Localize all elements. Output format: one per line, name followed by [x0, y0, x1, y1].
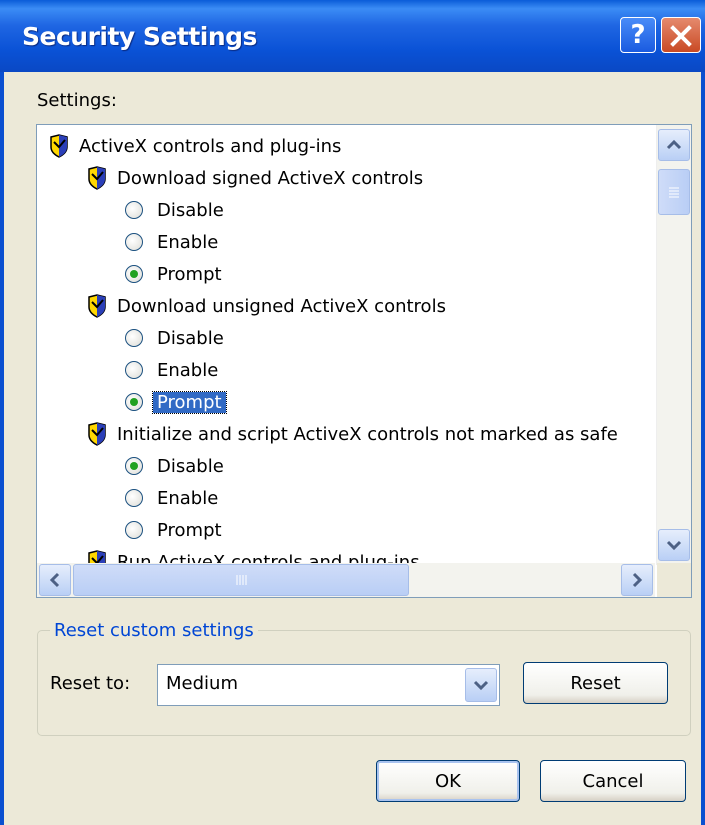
horizontal-scroll-thumb[interactable] [73, 564, 409, 596]
radio-option[interactable]: Disable [125, 323, 224, 353]
shield-icon [88, 166, 106, 190]
vertical-scrollbar[interactable] [656, 125, 691, 565]
scroll-up-icon [666, 139, 682, 150]
radio-option[interactable]: Enable [125, 227, 218, 257]
settings-label: Settings: [37, 90, 117, 111]
scroll-right-button[interactable] [621, 564, 653, 596]
shield-icon [88, 294, 106, 318]
radio-button[interactable] [125, 393, 143, 411]
reset-to-label: Reset to: [50, 673, 131, 694]
radio-button[interactable] [125, 201, 143, 219]
shield-icon [88, 422, 106, 446]
radio-label: Enable [157, 359, 219, 381]
radio-label: Prompt [157, 263, 222, 285]
reset-to-select[interactable]: Medium [157, 664, 500, 706]
close-icon [670, 25, 692, 47]
settings-tree[interactable]: ActiveX controls and plug-ins Download s… [36, 124, 692, 598]
tree-setting-label: Download signed ActiveX controls [117, 167, 424, 189]
radio-label-selected: Prompt [152, 390, 227, 414]
scroll-down-button[interactable] [658, 529, 690, 561]
tree-setting-download-unsigned[interactable]: Download unsigned ActiveX controls [87, 291, 446, 321]
radio-option[interactable]: Disable [125, 195, 224, 225]
window-border-right [701, 72, 705, 825]
shield-icon [50, 134, 68, 158]
radio-option[interactable]: Enable [125, 483, 218, 513]
reset-button[interactable]: Reset [523, 662, 668, 704]
tree-setting-initialize-script[interactable]: Initialize and script ActiveX controls n… [87, 419, 618, 449]
scroll-up-button[interactable] [658, 129, 690, 161]
close-button[interactable] [661, 17, 701, 53]
help-button[interactable]: ? [620, 17, 656, 53]
radio-button[interactable] [125, 361, 143, 379]
cancel-button[interactable]: Cancel [540, 760, 686, 802]
title-bar[interactable]: Security Settings ? [0, 0, 705, 72]
radio-option[interactable]: Prompt [125, 259, 222, 289]
radio-button[interactable] [125, 329, 143, 347]
reset-to-value: Medium [166, 673, 238, 694]
grip-icon [669, 187, 679, 198]
radio-label: Disable [157, 455, 224, 477]
scroll-left-button[interactable] [39, 564, 71, 596]
settings-tree-content: ActiveX controls and plug-ins Download s… [37, 125, 655, 565]
radio-option[interactable]: Disable [125, 451, 224, 481]
scroll-right-icon [632, 572, 643, 588]
window-border-left [0, 72, 4, 825]
radio-button[interactable] [125, 489, 143, 507]
radio-label: Prompt [157, 519, 222, 541]
radio-option[interactable]: Prompt [125, 387, 227, 417]
scrollbar-corner [657, 563, 691, 597]
window-title: Security Settings [22, 22, 257, 51]
radio-label: Disable [157, 199, 224, 221]
security-settings-dialog: Security Settings ? Settings: ActiveX co… [0, 0, 705, 825]
tree-setting-label: Initialize and script ActiveX controls n… [117, 423, 618, 445]
tree-setting-label: Download unsigned ActiveX controls [117, 295, 446, 317]
radio-label: Enable [157, 231, 219, 253]
radio-button[interactable] [125, 457, 143, 475]
grip-icon [236, 575, 247, 585]
radio-label: Disable [157, 327, 224, 349]
tree-category-label: ActiveX controls and plug-ins [79, 135, 342, 157]
help-icon: ? [630, 20, 646, 50]
radio-button[interactable] [125, 521, 143, 539]
scroll-down-icon [666, 540, 682, 551]
radio-option[interactable]: Enable [125, 355, 218, 385]
radio-button[interactable] [125, 233, 143, 251]
vertical-scroll-thumb[interactable] [658, 169, 690, 215]
ok-button[interactable]: OK [376, 760, 520, 802]
tree-setting-download-signed[interactable]: Download signed ActiveX controls [87, 163, 423, 193]
reset-group-legend: Reset custom settings [50, 620, 258, 641]
tree-category-activex[interactable]: ActiveX controls and plug-ins [49, 131, 341, 161]
scroll-left-icon [49, 572, 60, 588]
horizontal-scrollbar[interactable] [37, 563, 655, 597]
chevron-down-icon [473, 680, 489, 691]
dropdown-button[interactable] [465, 668, 497, 702]
radio-option[interactable]: Prompt [125, 515, 222, 545]
radio-button[interactable] [125, 265, 143, 283]
radio-label: Enable [157, 487, 219, 509]
